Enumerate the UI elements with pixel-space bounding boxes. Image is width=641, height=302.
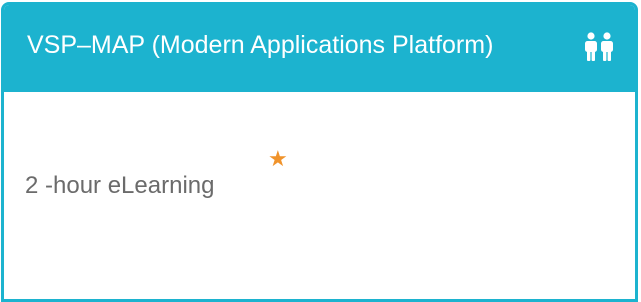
card-header: VSP–MAP (Modern Applications Platform) [4,5,635,92]
course-card[interactable]: VSP–MAP (Modern Applications Platform) ★… [1,2,638,302]
people-icon [579,30,619,64]
course-format-label: 2 -hour eLearning [25,172,215,199]
card-body: ★ 2 -hour eLearning [4,92,635,299]
card-title: VSP–MAP (Modern Applications Platform) [27,31,494,59]
star-icon: ★ [268,147,288,172]
